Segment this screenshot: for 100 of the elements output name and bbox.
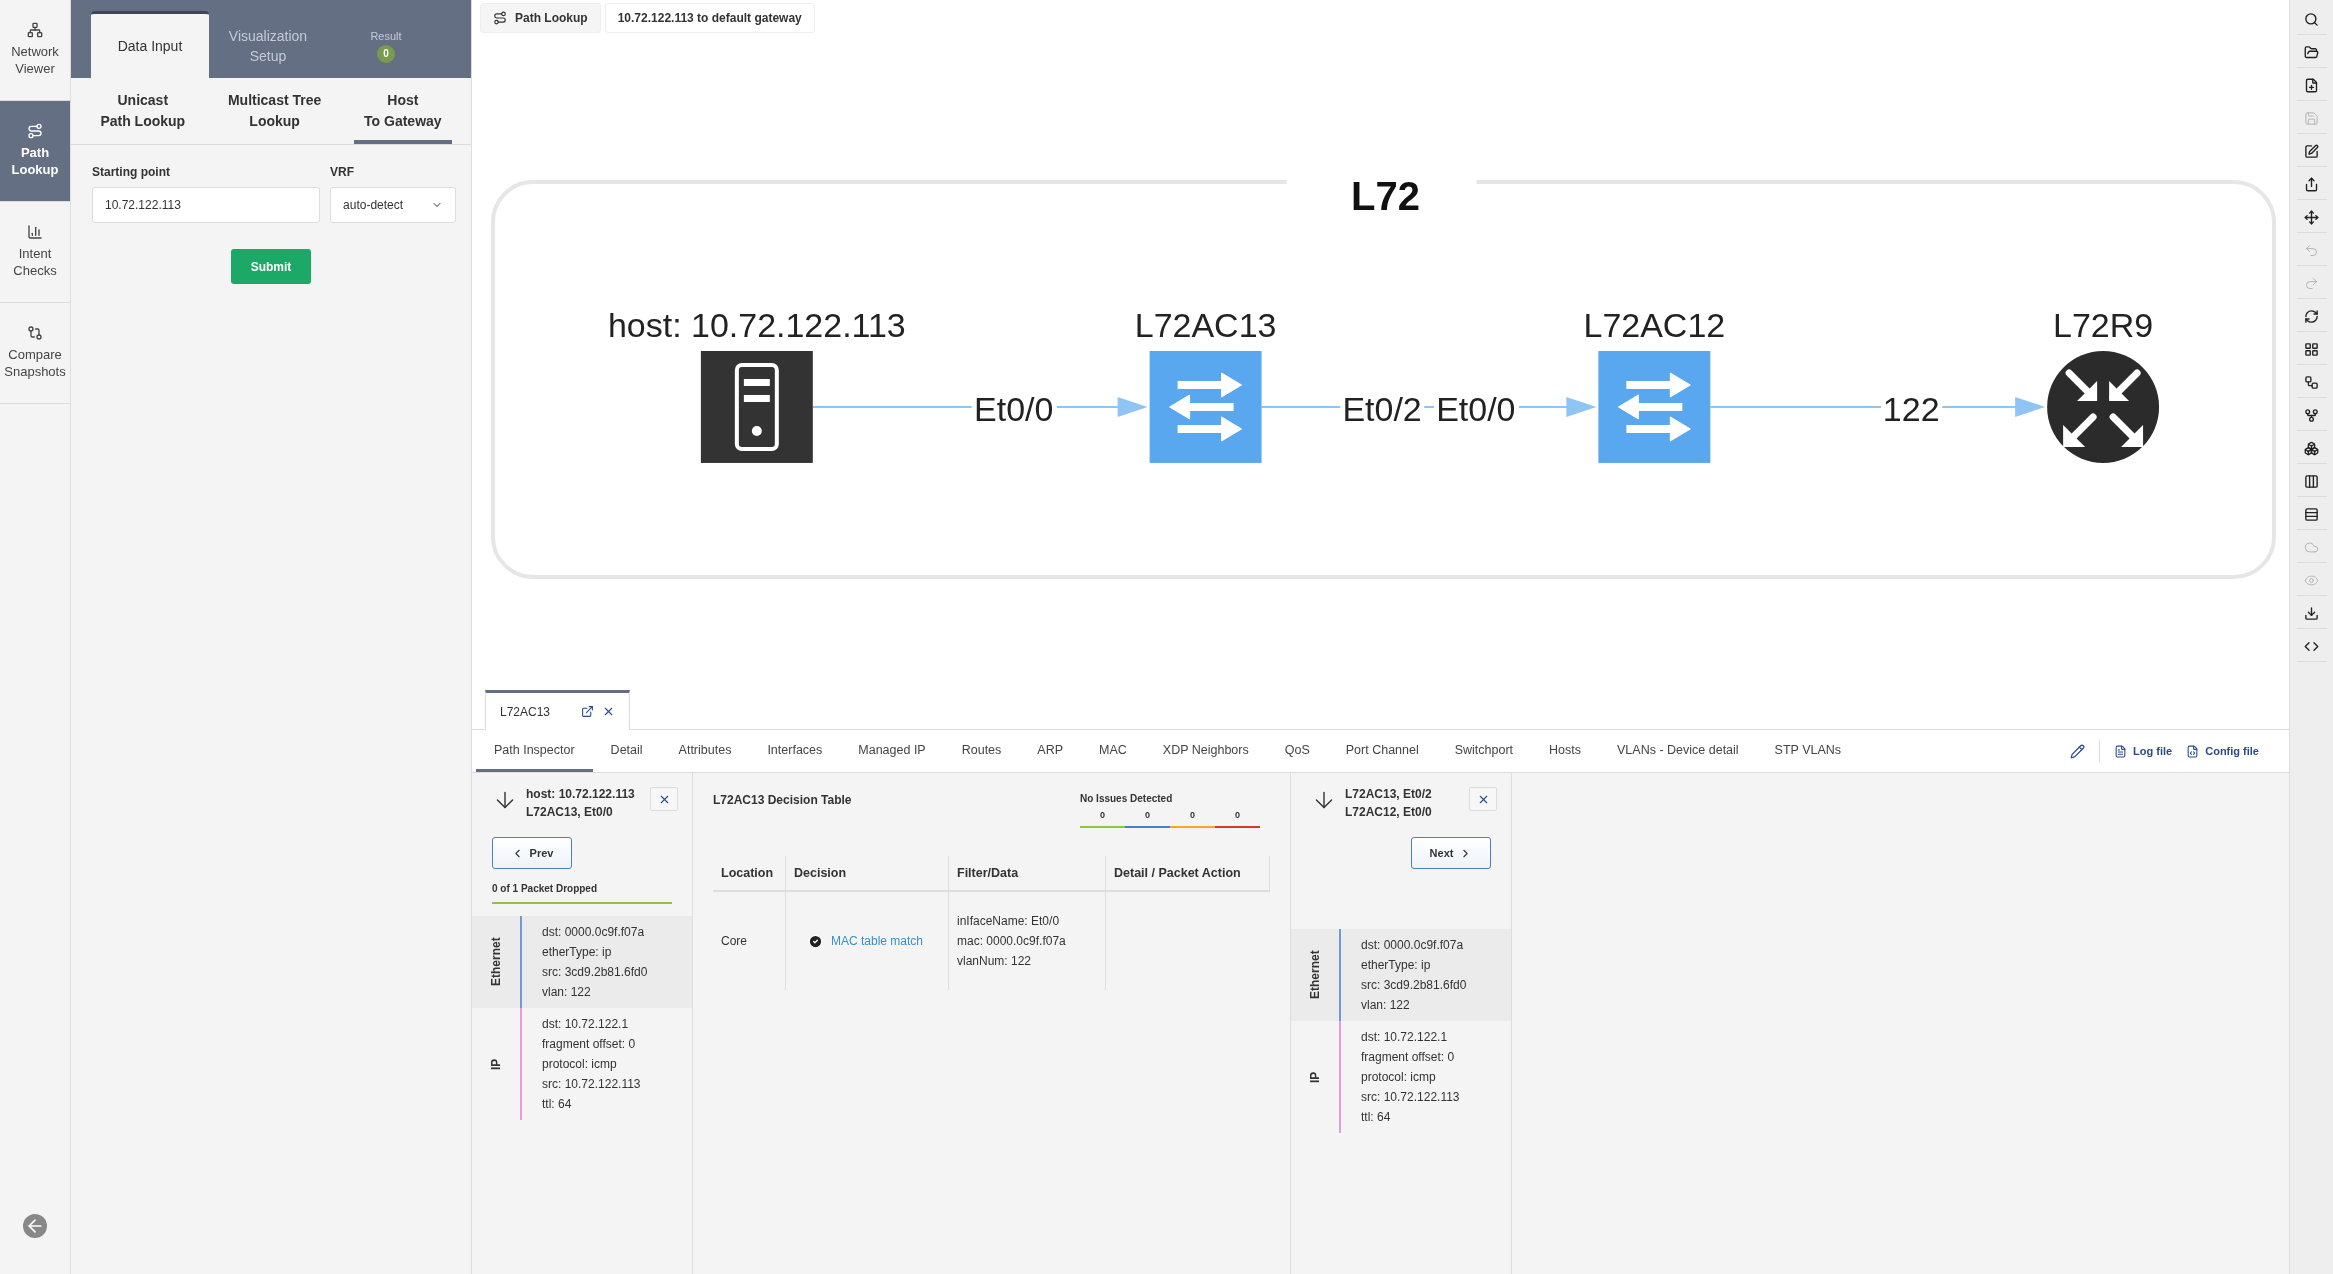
lookup-tab[interactable]: Host To Gateway (354, 90, 452, 144)
filter-data: vlanNum: 122 (957, 953, 1033, 970)
layout-icon[interactable] (2304, 440, 2319, 456)
issue-counter: 0 (1125, 810, 1170, 828)
search-icon[interactable] (2304, 11, 2319, 27)
group-title: L72 (1351, 174, 1420, 219)
header-field: ttl: 64 (542, 1094, 641, 1114)
next-button[interactable]: Next (1411, 837, 1491, 869)
header-field: src: 3cd9.2b81.6fd0 (542, 962, 648, 982)
file-link[interactable]: Log file (2114, 744, 2173, 758)
close-button[interactable] (650, 787, 678, 811)
layout-icon[interactable] (2304, 341, 2319, 357)
refresh-icon[interactable] (2304, 308, 2319, 324)
inspector-tab[interactable]: Switchport (1436, 730, 1532, 772)
breadcrumb-app[interactable]: Path Lookup (480, 2, 601, 33)
node-label: L72AC13 (1134, 306, 1277, 344)
header-field: src: 10.72.122.113 (542, 1074, 641, 1094)
lookup-tab[interactable]: Multicast Tree Lookup (217, 90, 332, 144)
header-field: src: 10.72.122.113 (1361, 1087, 1460, 1107)
network-icon (27, 22, 43, 39)
inspector-tab[interactable]: Interfaces (749, 730, 841, 772)
decision-table-title: L72AC13 Decision Table (713, 793, 852, 809)
header-field: etherType: ip (542, 942, 648, 962)
inspector-tab[interactable]: VLANs - Device detail (1599, 730, 1757, 772)
column-header: Decision (786, 856, 949, 892)
inspector-tab[interactable]: XDP Neighbors (1144, 730, 1267, 772)
header-field: etherType: ip (1361, 955, 1467, 975)
node-label: host: 10.72.122.113 (607, 306, 906, 344)
header-field: ttl: 64 (1361, 1107, 1460, 1127)
inspector-tab[interactable]: MAC (1081, 730, 1145, 772)
inspector-tab[interactable]: Attributes (660, 730, 750, 772)
lookup-tab[interactable]: Unicast Path Lookup (90, 90, 196, 144)
fit-icon[interactable] (2304, 209, 2319, 225)
column-header: Location (713, 856, 786, 892)
path-icon (493, 10, 507, 25)
columns-icon[interactable] (2304, 473, 2319, 489)
interface-label: Et0/2 (1342, 389, 1422, 428)
vrf-select[interactable]: auto-detect (330, 187, 456, 223)
header-field: dst: 0000.0c9f.f07a (1361, 935, 1467, 955)
close-button[interactable] (1469, 787, 1497, 811)
filter-data: inIfaceName: Et0/0 (957, 913, 1061, 930)
inspector-tab[interactable]: ARP (1019, 730, 1081, 772)
folder-icon[interactable] (2304, 44, 2319, 60)
router-icon[interactable] (2047, 351, 2160, 463)
edit-icon[interactable] (2304, 143, 2319, 159)
inspector-tab[interactable]: STP VLANs (1756, 730, 1860, 772)
node-label: L72AC12 (1583, 306, 1726, 344)
layout-icon[interactable] (2304, 374, 2319, 390)
header-name: IP (1307, 1070, 1323, 1085)
issue-counter: 0 (1170, 810, 1215, 828)
inspector-tab[interactable]: Detail (592, 730, 661, 772)
switch-icon[interactable] (1598, 351, 1711, 463)
table-cell-text: Core (721, 933, 748, 950)
field-label: VRF (330, 165, 356, 179)
header-field: src: 3cd9.2b81.6fd0 (1361, 975, 1467, 995)
layout-icon[interactable] (2304, 407, 2319, 423)
header-field: fragment offset: 0 (542, 1034, 641, 1054)
header-field: protocol: icmp (1361, 1067, 1460, 1087)
edit-icon[interactable] (2070, 743, 2086, 759)
nav-item[interactable]: Path Lookup (0, 101, 70, 202)
header-name: Ethernet (1307, 949, 1323, 1002)
header-field: fragment offset: 0 (1361, 1047, 1460, 1067)
rows-icon[interactable] (2304, 506, 2319, 522)
switch-icon[interactable] (1149, 351, 1262, 463)
save-as-icon[interactable] (2304, 77, 2319, 93)
hop-from: host: 10.72.122.113 (526, 787, 636, 801)
header-field: protocol: icmp (542, 1054, 641, 1074)
filter-data: mac: 0000.0c9f.f07a (957, 933, 1067, 950)
hop-from: L72AC13, Et0/2 (1345, 787, 1433, 801)
column-header: Detail / Packet Action (1106, 856, 1270, 892)
file-link[interactable]: Config file (2186, 744, 2259, 758)
starting-point-field[interactable]: 10.72.122.113 (92, 187, 321, 223)
panel-tab[interactable]: Data Input (91, 11, 209, 78)
share-icon[interactable] (2304, 176, 2319, 192)
inspector-tab[interactable]: Port Channel (1327, 730, 1437, 772)
interface-label: Et0/0 (974, 389, 1054, 428)
inspector-tab[interactable]: QoS (1266, 730, 1328, 772)
close-icon[interactable] (602, 705, 615, 718)
header-field: vlan: 122 (542, 982, 648, 1002)
result-count: 0 (377, 44, 395, 63)
back-icon[interactable] (23, 1214, 47, 1238)
prev-button[interactable]: Prev (492, 837, 572, 869)
inspector-tab[interactable]: Managed IP (840, 730, 944, 772)
header-field: dst: 0000.0c9f.f07a (542, 922, 648, 942)
server-icon[interactable] (700, 351, 813, 463)
packet-dropped-status: 0 of 1 Packet Dropped (492, 883, 672, 904)
issue-counter: 0 (1215, 810, 1260, 828)
inspector-tab[interactable]: Routes (943, 730, 1020, 772)
external-link-icon[interactable] (581, 705, 594, 718)
nav-item[interactable]: Compare Snapshots (0, 303, 70, 404)
breadcrumb-query[interactable]: 10.72.122.113 to default gateway (604, 2, 815, 33)
hop-to: L72AC13, Et0/0 (526, 805, 614, 819)
download-icon[interactable] (2304, 605, 2319, 621)
header-field: vlan: 122 (1361, 995, 1467, 1015)
interface-label: 122 (1882, 389, 1940, 428)
nav-item[interactable]: Intent Checks (0, 202, 70, 303)
file-icon (2186, 744, 2200, 758)
inspector-tab[interactable]: Hosts (1531, 730, 1600, 772)
issue-counter: 0 (1080, 810, 1125, 828)
device-tab[interactable]: L72AC13 (485, 690, 630, 730)
